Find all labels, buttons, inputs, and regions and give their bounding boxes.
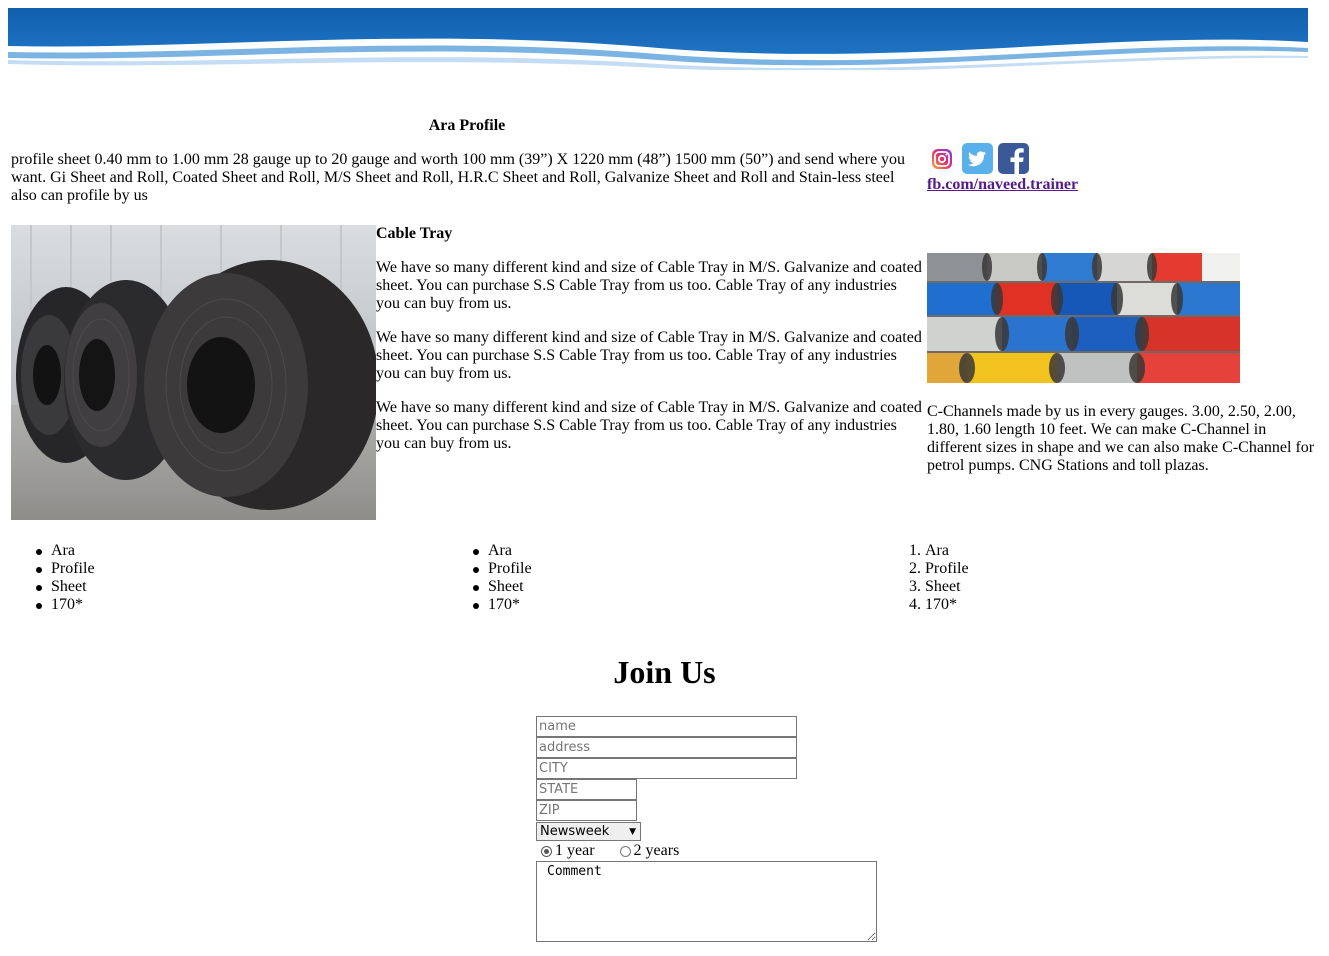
instagram-icon[interactable] — [927, 143, 957, 173]
intro-text: profile sheet 0.40 mm to 1.00 mm 28 gaug… — [11, 151, 906, 204]
wave-banner — [8, 8, 1308, 70]
list-item: Sheet — [11, 578, 431, 596]
city-input[interactable] — [536, 758, 797, 779]
page-title: Ara Profile — [428, 117, 506, 134]
join-us-heading: Join Us — [613, 654, 716, 690]
radio-button-checked[interactable] — [541, 845, 552, 857]
radio-button[interactable] — [619, 845, 631, 857]
subscription-radio-group: 1 year 2 years — [536, 841, 936, 861]
list-item: 3. Sheet — [909, 578, 1309, 596]
chevron-down-icon: ▼ — [629, 826, 636, 837]
list-number: 1. — [909, 542, 921, 559]
facebook-icon[interactable] — [998, 142, 1029, 174]
steel-coils-photo — [11, 225, 376, 520]
cable-tray-paragraph: We have so many different kind and size … — [376, 399, 922, 452]
list-text: Sheet — [925, 578, 961, 595]
radio-2-years[interactable]: 2 years — [615, 842, 680, 860]
list-item: Profile — [11, 560, 431, 578]
zip-input[interactable] — [536, 800, 637, 821]
radio-1-year[interactable]: 1 year — [536, 842, 595, 860]
comment-textarea[interactable]: Comment — [536, 861, 877, 942]
bullet-list-2: Ara Profile Sheet 170* — [448, 542, 868, 614]
name-input[interactable] — [536, 716, 797, 737]
radio-label: 1 year — [555, 842, 595, 859]
list-item: 170* — [11, 596, 431, 614]
cable-tray-paragraph: We have so many different kind and size … — [376, 259, 922, 312]
list-number: 2. — [909, 560, 921, 577]
join-form: Newsweek ▼ 1 year 2 years Comment — [536, 716, 936, 942]
social-block: fb.com/naveed.trainer — [927, 142, 1127, 194]
magazine-select[interactable]: Newsweek ▼ — [536, 822, 641, 841]
list-item: 1. Ara — [909, 542, 1309, 560]
c-channel-text: C-Channels made by us in every gauges. 3… — [927, 403, 1315, 474]
numbered-list: 1. Ara 2. Profile 3. Sheet 4. 170* — [909, 542, 1309, 614]
twitter-icon[interactable] — [962, 142, 993, 174]
list-item: 4. 170* — [909, 596, 1309, 614]
facebook-link[interactable]: fb.com/naveed.trainer — [927, 176, 1127, 194]
list-text: 170* — [925, 596, 957, 613]
list-text: Profile — [925, 560, 969, 577]
list-number: 4. — [909, 596, 921, 613]
painted-coils-photo — [927, 253, 1240, 383]
list-item: 2. Profile — [909, 560, 1309, 578]
select-value: Newsweek — [540, 823, 610, 839]
address-input[interactable] — [536, 737, 797, 758]
social-icons — [927, 142, 1127, 174]
list-item: 170* — [448, 596, 868, 614]
list-item: Sheet — [448, 578, 868, 596]
list-number: 3. — [909, 578, 921, 595]
list-item: Profile — [448, 560, 868, 578]
bullet-list-1: Ara Profile Sheet 170* — [11, 542, 431, 614]
cable-tray-heading: Cable Tray — [376, 225, 453, 242]
state-input[interactable] — [536, 779, 637, 800]
list-item: Ara — [448, 542, 868, 560]
list-item: Ara — [11, 542, 431, 560]
list-text: Ara — [925, 542, 949, 559]
cable-tray-paragraph: We have so many different kind and size … — [376, 329, 922, 382]
cable-tray-section: Cable Tray We have so many different kin… — [376, 225, 924, 469]
radio-label: 2 years — [633, 842, 680, 859]
